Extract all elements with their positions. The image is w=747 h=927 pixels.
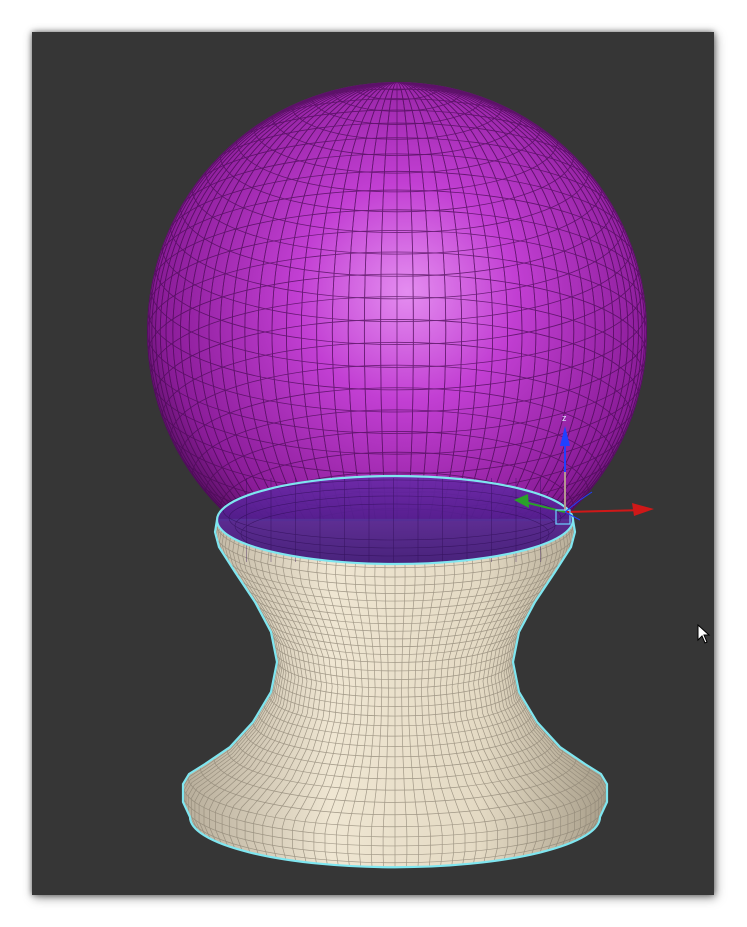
- pedestal-top-cap: [215, 474, 575, 566]
- pedestal-object[interactable]: [181, 474, 609, 869]
- gizmo-z-label: z: [562, 413, 567, 423]
- 3d-viewport[interactable]: z: [32, 32, 714, 895]
- gizmo-x-axis[interactable]: [564, 509, 645, 513]
- viewport-scene[interactable]: z: [32, 32, 714, 895]
- arrow-cursor-icon: [697, 624, 711, 644]
- gizmo-x-arrow-icon[interactable]: [632, 503, 654, 516]
